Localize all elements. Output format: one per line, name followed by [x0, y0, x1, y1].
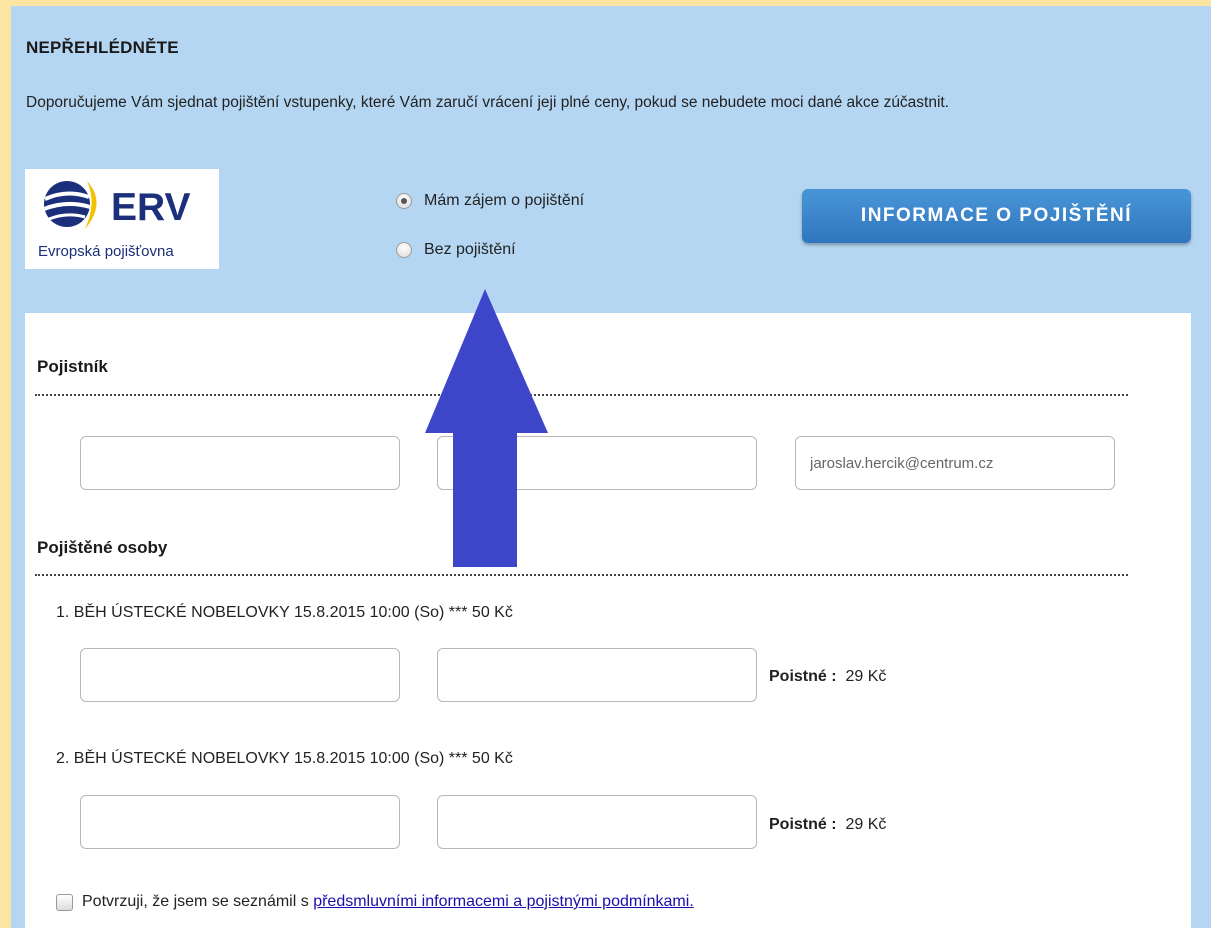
- premium-value: 29 Kč: [845, 816, 887, 833]
- insured-person-1-last-name-field[interactable]: [437, 648, 757, 702]
- premium-amount: Poistné : 29 Kč: [769, 816, 886, 834]
- terms-link[interactable]: předsmluvními informacemi a pojistnými p…: [313, 893, 694, 910]
- premium-value: 29 Kč: [845, 668, 887, 685]
- premium-amount: Poistné : 29 Kč: [769, 668, 886, 686]
- logo-brand: ERV: [111, 186, 191, 229]
- insured-person-2-first-name-field[interactable]: [80, 795, 400, 849]
- insured-person-2-last-name-field[interactable]: [437, 795, 757, 849]
- insured-person-event-label: 2. BĚH ÚSTECKÉ NOBELOVKY 15.8.2015 10:00…: [56, 750, 513, 767]
- radio-button[interactable]: [396, 242, 412, 258]
- section-divider: [35, 394, 1128, 396]
- consent-label: Potvrzuji, že jsem se seznámil s: [82, 893, 314, 910]
- insured-person-1-first-name-field[interactable]: [80, 648, 400, 702]
- section-divider: [35, 574, 1128, 576]
- notice-text: Doporučujeme Vám sjednat pojištění vstup…: [26, 94, 950, 111]
- consent-row: Potvrzuji, že jsem se seznámil s předsml…: [56, 893, 694, 911]
- radio-label: Mám zájem o pojištění: [424, 192, 585, 209]
- notice-title: NEPŘEHLÉDNĚTE: [26, 38, 179, 57]
- insurance-option-none[interactable]: Bez pojištění: [396, 241, 516, 259]
- consent-text: Potvrzuji, že jsem se seznámil s předsml…: [82, 893, 694, 911]
- premium-label: Poistné :: [769, 816, 837, 833]
- policyholder-email-field[interactable]: [795, 436, 1115, 490]
- logo-subtitle: Evropská pojišťovna: [38, 243, 174, 260]
- premium-label: Poistné :: [769, 668, 837, 685]
- up-arrow-icon: [425, 289, 548, 567]
- radio-label: Bez pojištění: [424, 241, 516, 258]
- insurance-info-button[interactable]: INFORMACE O POJIŠTĚNÍ: [802, 189, 1191, 243]
- policyholder-first-name-field[interactable]: [80, 436, 400, 490]
- policyholder-title: Pojistník: [37, 357, 108, 376]
- erv-logo: ERV Evropská pojišťovna: [25, 169, 219, 269]
- insured-persons-title: Pojištěné osoby: [37, 538, 168, 557]
- consent-checkbox[interactable]: [56, 893, 73, 911]
- insured-person-event-label: 1. BĚH ÚSTECKÉ NOBELOVKY 15.8.2015 10:00…: [56, 604, 513, 621]
- globe-icon: [43, 181, 91, 227]
- insurance-option-interested[interactable]: Mám zájem o pojištění: [396, 192, 584, 210]
- radio-button-selected[interactable]: [396, 193, 412, 209]
